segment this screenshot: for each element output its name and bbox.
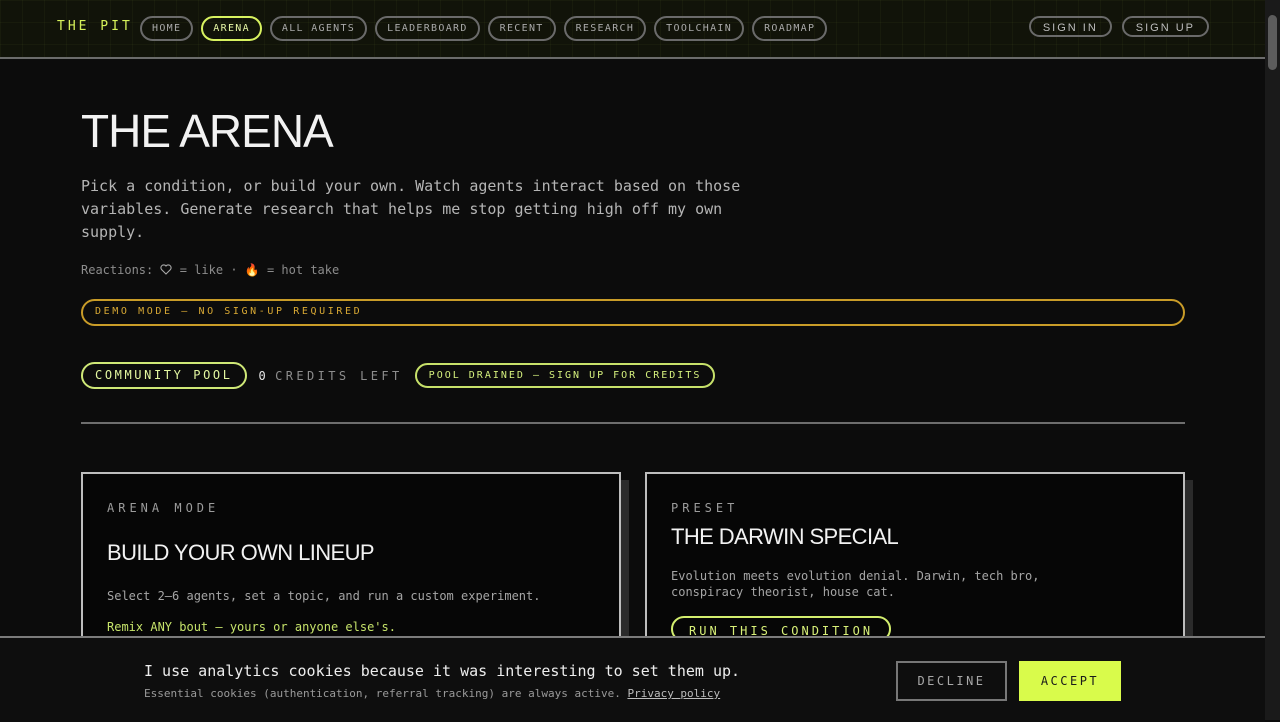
heart-icon xyxy=(160,263,179,277)
sign-in-button[interactable]: SIGN IN xyxy=(1028,16,1112,37)
page-title: THE ARENA xyxy=(81,105,334,157)
card-heading: BUILD YOUR OWN LINEUP xyxy=(107,540,375,565)
nav-research[interactable]: RESEARCH xyxy=(563,16,647,41)
auth-actions: SIGN IN SIGN UP xyxy=(1028,16,1209,37)
demo-mode-banner: DEMO MODE — NO SIGN-UP REQUIRED xyxy=(81,299,1185,326)
credits-text: CREDITS LEFT xyxy=(275,368,403,383)
card-description: Evolution meets evolution denial. Darwin… xyxy=(671,569,1040,599)
nav-home[interactable]: HOME xyxy=(140,16,194,41)
reactions-legend: Reactions: = like · 🔥 = hot take xyxy=(81,263,339,277)
reactions-prefix: Reactions: xyxy=(81,263,154,277)
card-description: Select 2–6 agents, set a topic, and run … xyxy=(107,589,541,603)
page-scrollbar[interactable] xyxy=(1265,0,1280,720)
nav-all-agents[interactable]: ALL AGENTS xyxy=(269,16,368,41)
cookie-note: Essential cookies (authentication, refer… xyxy=(144,687,720,700)
brand-logo[interactable]: THE PIT xyxy=(57,19,133,34)
card-eyebrow: PRESET xyxy=(671,501,739,515)
card-heading: THE DARWIN SPECIAL xyxy=(671,524,899,549)
pool-drained-signup-link[interactable]: POOL DRAINED — SIGN UP FOR CREDITS xyxy=(414,363,716,388)
demo-mode-text: DEMO MODE — NO SIGN-UP REQUIRED xyxy=(95,306,363,317)
nav-leaderboard[interactable]: LEADERBOARD xyxy=(375,16,480,41)
card-eyebrow: ARENA MODE xyxy=(107,501,220,515)
cookie-message: I use analytics cookies because it was i… xyxy=(144,662,741,680)
reactions-like-text: = like xyxy=(179,263,224,277)
fire-icon: 🔥 xyxy=(244,263,260,277)
community-pool-row: COMMUNITY POOL 0 CREDITS LEFT POOL DRAINE… xyxy=(81,362,716,389)
sign-up-button[interactable]: SIGN UP xyxy=(1121,16,1209,37)
reactions-hot-text: = hot take xyxy=(266,263,340,277)
accept-cookies-button[interactable]: ACCEPT xyxy=(1019,661,1121,701)
nav-toolchain[interactable]: TOOLCHAIN xyxy=(654,16,745,41)
page-intro: Pick a condition, or build your own. Wat… xyxy=(81,177,741,241)
reactions-separator: · xyxy=(230,263,238,277)
section-divider xyxy=(81,422,1185,424)
community-pool-badge: COMMUNITY POOL xyxy=(81,362,247,389)
decline-cookies-button[interactable]: DECLINE xyxy=(896,661,1007,701)
cookie-banner: I use analytics cookies because it was i… xyxy=(0,636,1265,722)
credits-status: 0 CREDITS LEFT xyxy=(259,369,403,383)
remix-bout-link[interactable]: Remix ANY bout — yours or anyone else's. xyxy=(107,620,396,634)
scrollbar-thumb[interactable] xyxy=(1268,15,1277,70)
cookie-note-text: Essential cookies (authentication, refer… xyxy=(144,687,621,700)
credits-count: 0 xyxy=(258,368,270,383)
top-navigation: THE PIT HOME ARENA ALL AGENTS LEADERBOAR… xyxy=(0,0,1265,59)
nav-roadmap[interactable]: ROADMAP xyxy=(752,16,828,41)
privacy-policy-link[interactable]: Privacy policy xyxy=(627,687,720,700)
nav-arena[interactable]: ARENA xyxy=(201,16,262,41)
main-nav: HOME ARENA ALL AGENTS LEADERBOARD RECENT… xyxy=(140,16,828,41)
nav-recent[interactable]: RECENT xyxy=(487,16,556,41)
